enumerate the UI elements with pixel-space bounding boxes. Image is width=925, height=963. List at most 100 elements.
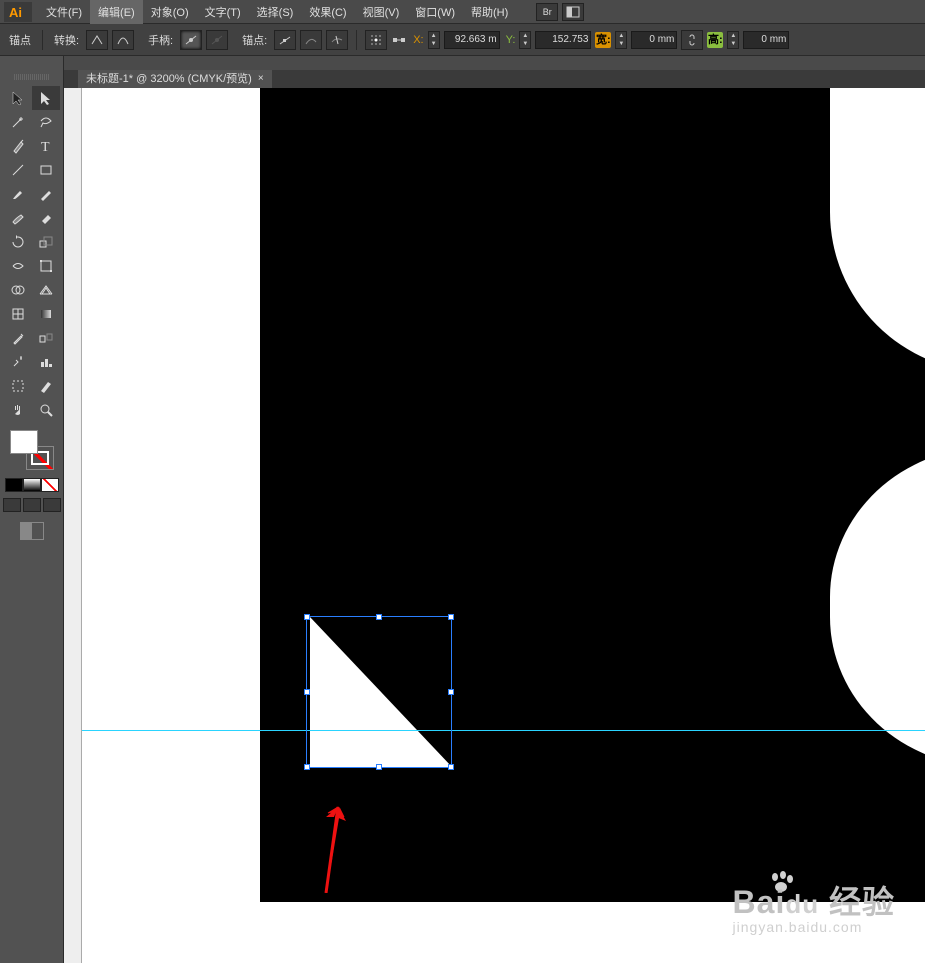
anchor-mode-label: 锚点 bbox=[9, 32, 31, 48]
document-tab-title: 未标题-1* @ 3200% (CMYK/预览) bbox=[86, 70, 252, 88]
fill-stroke-swatch[interactable] bbox=[10, 430, 54, 470]
lasso-tool[interactable] bbox=[32, 110, 60, 134]
sel-handle-tr[interactable] bbox=[448, 614, 454, 620]
color-none-button[interactable] bbox=[41, 478, 59, 492]
sel-handle-tl[interactable] bbox=[304, 614, 310, 620]
mesh-tool[interactable] bbox=[4, 302, 32, 326]
y-input[interactable] bbox=[535, 31, 591, 49]
watermark-brand: Bai bbox=[733, 884, 786, 920]
menu-bar: Ai 文件(F) 编辑(E) 对象(O) 文字(T) 选择(S) 效果(C) 视… bbox=[0, 0, 925, 24]
scale-tool[interactable] bbox=[32, 230, 60, 254]
menu-file[interactable]: 文件(F) bbox=[38, 0, 90, 24]
rectangle-tool[interactable] bbox=[32, 158, 60, 182]
sel-handle-bc[interactable] bbox=[376, 764, 382, 770]
menu-effect[interactable]: 效果(C) bbox=[301, 0, 354, 24]
gradient-tool[interactable] bbox=[32, 302, 60, 326]
paintbrush-tool[interactable] bbox=[4, 182, 32, 206]
arrange-docs-button[interactable] bbox=[562, 3, 584, 21]
h-spinner[interactable]: ▲▼ bbox=[727, 31, 739, 49]
eraser-tool[interactable] bbox=[32, 206, 60, 230]
draw-normal-button[interactable] bbox=[3, 498, 21, 512]
convert-smooth-button[interactable] bbox=[112, 30, 134, 50]
menu-select[interactable]: 选择(S) bbox=[249, 0, 302, 24]
y-label: Y: bbox=[506, 34, 516, 46]
sel-handle-ml[interactable] bbox=[304, 689, 310, 695]
symbol-sprayer-tool[interactable] bbox=[4, 350, 32, 374]
bridge-button[interactable]: Br bbox=[536, 3, 558, 21]
selection-bounding-box[interactable] bbox=[306, 616, 452, 768]
pencil-tool[interactable] bbox=[32, 182, 60, 206]
h-input[interactable] bbox=[743, 31, 789, 49]
line-tool[interactable] bbox=[4, 158, 32, 182]
color-solid-button[interactable] bbox=[5, 478, 23, 492]
column-graph-tool[interactable] bbox=[32, 350, 60, 374]
handle-hide-button[interactable] bbox=[206, 30, 228, 50]
fill-swatch[interactable] bbox=[10, 430, 38, 454]
h-label: 高: bbox=[707, 32, 723, 48]
document-tab[interactable]: 未标题-1* @ 3200% (CMYK/预览) × bbox=[78, 70, 272, 88]
watermark-du: du bbox=[785, 889, 819, 919]
anchors-label: 锚点: bbox=[242, 32, 267, 48]
rotate-tool[interactable] bbox=[4, 230, 32, 254]
blob-brush-tool[interactable] bbox=[4, 206, 32, 230]
remove-anchor-button[interactable] bbox=[274, 30, 296, 50]
x-spinner[interactable]: ▲▼ bbox=[428, 31, 440, 49]
hand-tool[interactable] bbox=[4, 398, 32, 422]
control-bar: 锚点 转换: 手柄: 锚点: X: ▲▼ Y: ▲▼ 宽: ▲▼ 高: ▲▼ bbox=[0, 24, 925, 56]
pen-tool[interactable] bbox=[4, 134, 32, 158]
sel-handle-tc[interactable] bbox=[376, 614, 382, 620]
svg-text:T: T bbox=[41, 140, 50, 154]
cut-anchor-button[interactable] bbox=[326, 30, 348, 50]
zoom-tool[interactable] bbox=[32, 398, 60, 422]
convert-corner-button[interactable] bbox=[86, 30, 108, 50]
tool-panel: T bbox=[0, 56, 64, 963]
color-gradient-button[interactable] bbox=[23, 478, 41, 492]
eyedropper-tool[interactable] bbox=[4, 326, 32, 350]
perspective-grid-tool[interactable] bbox=[32, 278, 60, 302]
x-label: X: bbox=[413, 34, 423, 46]
type-tool[interactable]: T bbox=[32, 134, 60, 158]
menu-help[interactable]: 帮助(H) bbox=[463, 0, 516, 24]
horizontal-guide[interactable] bbox=[82, 730, 925, 731]
shape-builder-tool[interactable] bbox=[4, 278, 32, 302]
x-input[interactable] bbox=[444, 31, 500, 49]
convert-label: 转换: bbox=[54, 32, 79, 48]
w-input[interactable] bbox=[631, 31, 677, 49]
canvas-area[interactable]: Baidu 经验 jingyan.baidu.com bbox=[64, 88, 925, 963]
free-transform-tool[interactable] bbox=[32, 254, 60, 278]
horizontal-line-icon bbox=[391, 32, 407, 48]
menu-type[interactable]: 文字(T) bbox=[197, 0, 249, 24]
menu-object[interactable]: 对象(O) bbox=[143, 0, 197, 24]
panel-grip[interactable] bbox=[14, 74, 50, 80]
handle-show-button[interactable] bbox=[180, 30, 202, 50]
artboard-tool[interactable] bbox=[4, 374, 32, 398]
selection-tool[interactable] bbox=[4, 86, 32, 110]
sel-handle-mr[interactable] bbox=[448, 689, 454, 695]
w-spinner[interactable]: ▲▼ bbox=[615, 31, 627, 49]
vertical-ruler[interactable] bbox=[64, 88, 82, 963]
letter-counter-top bbox=[830, 88, 925, 372]
y-spinner[interactable]: ▲▼ bbox=[519, 31, 531, 49]
connect-anchor-button[interactable] bbox=[300, 30, 322, 50]
link-wh-button[interactable] bbox=[681, 30, 703, 50]
draw-behind-button[interactable] bbox=[23, 498, 41, 512]
width-tool[interactable] bbox=[4, 254, 32, 278]
direct-selection-tool[interactable] bbox=[32, 86, 60, 110]
slice-tool[interactable] bbox=[32, 374, 60, 398]
draw-inside-button[interactable] bbox=[43, 498, 61, 512]
menu-edit[interactable]: 编辑(E) bbox=[90, 0, 143, 24]
ref-point-widget[interactable] bbox=[365, 30, 387, 50]
menu-view[interactable]: 视图(V) bbox=[355, 0, 408, 24]
menu-window[interactable]: 窗口(W) bbox=[407, 0, 463, 24]
blend-tool[interactable] bbox=[32, 326, 60, 350]
artwork-letter-b bbox=[260, 88, 925, 902]
letter-counter-bottom bbox=[830, 447, 925, 767]
document-tab-close[interactable]: × bbox=[258, 70, 264, 88]
handles-label: 手柄: bbox=[148, 32, 173, 48]
magic-wand-tool[interactable] bbox=[4, 110, 32, 134]
watermark-jingyan: 经验 bbox=[829, 884, 895, 920]
screen-mode-button[interactable] bbox=[20, 522, 44, 540]
sel-handle-br[interactable] bbox=[448, 764, 454, 770]
w-label: 宽: bbox=[595, 32, 611, 48]
sel-handle-bl[interactable] bbox=[304, 764, 310, 770]
